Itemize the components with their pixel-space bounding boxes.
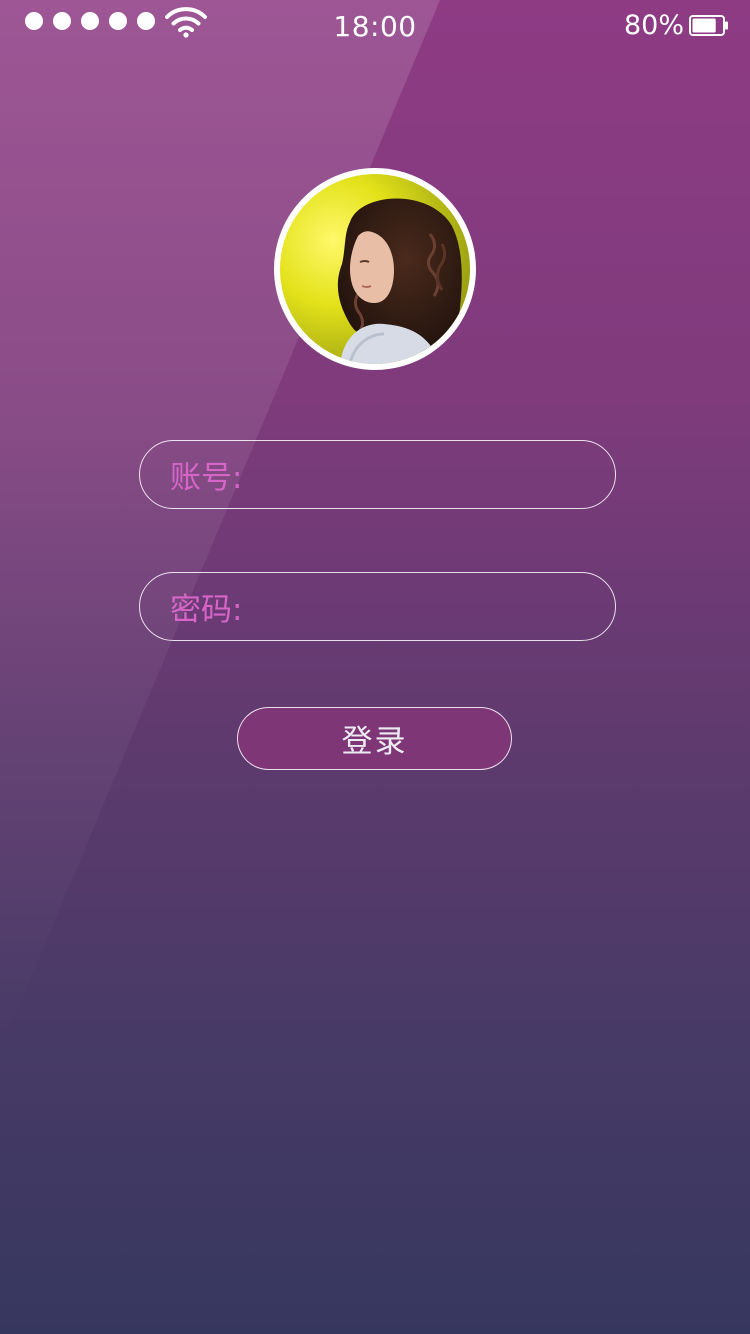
battery-icon [689,15,728,36]
battery-percent: 80% [623,10,684,41]
account-label: 账号: [170,460,243,496]
account-field[interactable]: 账号: [139,440,622,509]
avatar-photo [280,174,470,364]
login-button[interactable]: 登录 [237,707,512,770]
password-input[interactable] [242,573,622,640]
avatar[interactable] [274,168,476,370]
status-bar: 18:00 80% [0,0,750,52]
password-field[interactable]: 密码: [139,572,622,641]
user-avatar-photo-icon [280,174,470,364]
account-input[interactable] [242,441,622,508]
password-label: 密码: [170,592,243,628]
